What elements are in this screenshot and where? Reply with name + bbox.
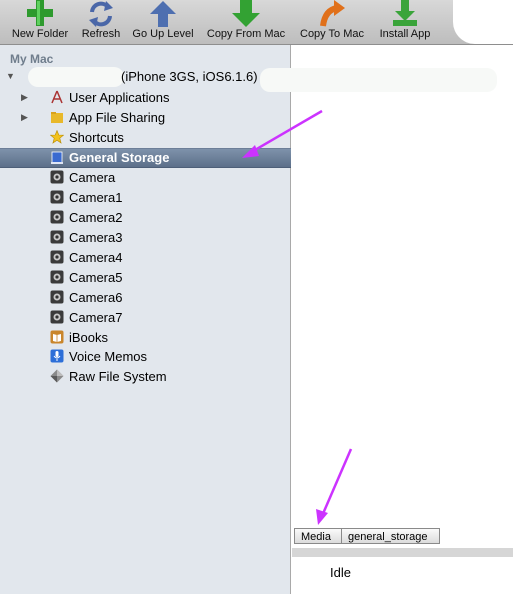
- star-icon: [50, 130, 64, 144]
- device-row[interactable]: ▼ (iPhone 3GS, iOS6.1.6): [0, 67, 291, 87]
- camera-icon: [50, 190, 64, 204]
- path-bar: Media general_storage: [292, 526, 513, 548]
- sidebar: My Mac ▼ (iPhone 3GS, iOS6.1.6) ▶ User A…: [0, 45, 291, 594]
- sidebar-item-user-applications[interactable]: ▶ User Applications: [0, 88, 291, 108]
- sidebar-item-label: Voice Memos: [69, 349, 148, 364]
- camera-icon: [50, 250, 64, 264]
- curved-arrow-icon: [320, 0, 345, 27]
- folder-icon: [51, 112, 63, 123]
- install-app-label: Install App: [379, 28, 431, 40]
- file-browser-pane[interactable]: Media general_storage Idle: [260, 45, 513, 594]
- new-folder-label: New Folder: [11, 28, 69, 40]
- applications-icon: [51, 90, 63, 104]
- sidebar-item-label: Camera7: [69, 310, 123, 325]
- breadcrumb-media[interactable]: Media: [294, 528, 342, 544]
- disclosure-collapsed-icon[interactable]: ▶: [21, 112, 28, 123]
- sidebar-item-raw-file-system[interactable]: Raw File System: [0, 367, 291, 387]
- section-header-my-mac: My Mac: [10, 52, 54, 66]
- go-up-level-button[interactable]: Go Up Level: [130, 0, 196, 44]
- sidebar-item-label: Camera4: [69, 250, 123, 265]
- camera-icon: [50, 210, 64, 224]
- device-label: (iPhone 3GS, iOS6.1.6): [121, 69, 258, 84]
- down-arrow-icon: [232, 0, 260, 27]
- new-folder-button[interactable]: New Folder: [8, 0, 72, 44]
- camera-icon: [50, 270, 64, 284]
- sidebar-item-label: iBooks: [69, 330, 109, 345]
- sidebar-item-camera7[interactable]: Camera7: [0, 308, 291, 328]
- breadcrumb-general-storage[interactable]: general_storage: [342, 528, 440, 544]
- sidebar-item-label: Shortcuts: [69, 130, 124, 145]
- book-icon: [50, 330, 64, 344]
- sidebar-item-label: General Storage: [69, 150, 170, 165]
- copy-to-mac-label: Copy To Mac: [300, 28, 364, 40]
- sidebar-item-general-storage[interactable]: General Storage: [0, 148, 291, 168]
- install-app-button[interactable]: Install App: [374, 0, 436, 44]
- sidebar-item-label: Camera2: [69, 210, 123, 225]
- sidebar-item-label: Camera1: [69, 190, 123, 205]
- sidebar-item-label: App File Sharing: [69, 110, 166, 125]
- sidebar-item-label: Camera3: [69, 230, 123, 245]
- sidebar-item-label: User Applications: [69, 90, 170, 105]
- redacted-device-name: [28, 67, 124, 87]
- camera-icon: [50, 230, 64, 244]
- sidebar-item-ibooks[interactable]: iBooks: [0, 328, 291, 348]
- refresh-icon: [89, 1, 113, 27]
- camera-icon: [50, 170, 64, 184]
- copy-to-mac-button[interactable]: Copy To Mac: [296, 0, 368, 44]
- copy-from-mac-button[interactable]: Copy From Mac: [204, 0, 288, 44]
- up-arrow-icon: [150, 1, 176, 27]
- sidebar-item-label: Raw File System: [69, 369, 167, 384]
- drive-icon: [51, 151, 63, 164]
- sidebar-item-camera2[interactable]: Camera2: [0, 208, 291, 228]
- refresh-button[interactable]: Refresh: [76, 0, 126, 44]
- microphone-icon: [50, 349, 64, 363]
- disclosure-expanded-icon[interactable]: ▼: [6, 71, 15, 81]
- status-divider: [292, 548, 513, 557]
- go-up-level-label: Go Up Level: [132, 28, 194, 40]
- sidebar-item-label: Camera6: [69, 290, 123, 305]
- toolbar: New Folder Refresh Go Up Level Copy From…: [0, 0, 513, 45]
- disclosure-collapsed-icon[interactable]: ▶: [21, 92, 28, 103]
- sidebar-item-camera1[interactable]: Camera1: [0, 188, 291, 208]
- sidebar-item-camera[interactable]: Camera: [0, 168, 291, 188]
- sidebar-item-camera3[interactable]: Camera3: [0, 228, 291, 248]
- sidebar-item-shortcuts[interactable]: Shortcuts: [0, 128, 291, 148]
- refresh-label: Refresh: [81, 28, 121, 40]
- status-text: Idle: [330, 565, 351, 580]
- sidebar-item-label: Camera: [69, 170, 116, 185]
- filesystem-icon: [50, 369, 64, 383]
- copy-from-mac-label: Copy From Mac: [206, 28, 286, 40]
- install-icon: [393, 0, 417, 26]
- sidebar-item-camera4[interactable]: Camera4: [0, 248, 291, 268]
- redacted-area: [453, 0, 513, 44]
- camera-icon: [50, 290, 64, 304]
- sidebar-item-label: Camera5: [69, 270, 123, 285]
- sidebar-item-app-file-sharing[interactable]: ▶ App File Sharing: [0, 108, 291, 128]
- sidebar-item-camera6[interactable]: Camera6: [0, 288, 291, 308]
- redacted-area: [260, 68, 497, 92]
- plus-icon: [27, 0, 53, 26]
- camera-icon: [50, 310, 64, 324]
- sidebar-item-camera5[interactable]: Camera5: [0, 268, 291, 288]
- sidebar-item-voice-memos[interactable]: Voice Memos: [0, 347, 291, 367]
